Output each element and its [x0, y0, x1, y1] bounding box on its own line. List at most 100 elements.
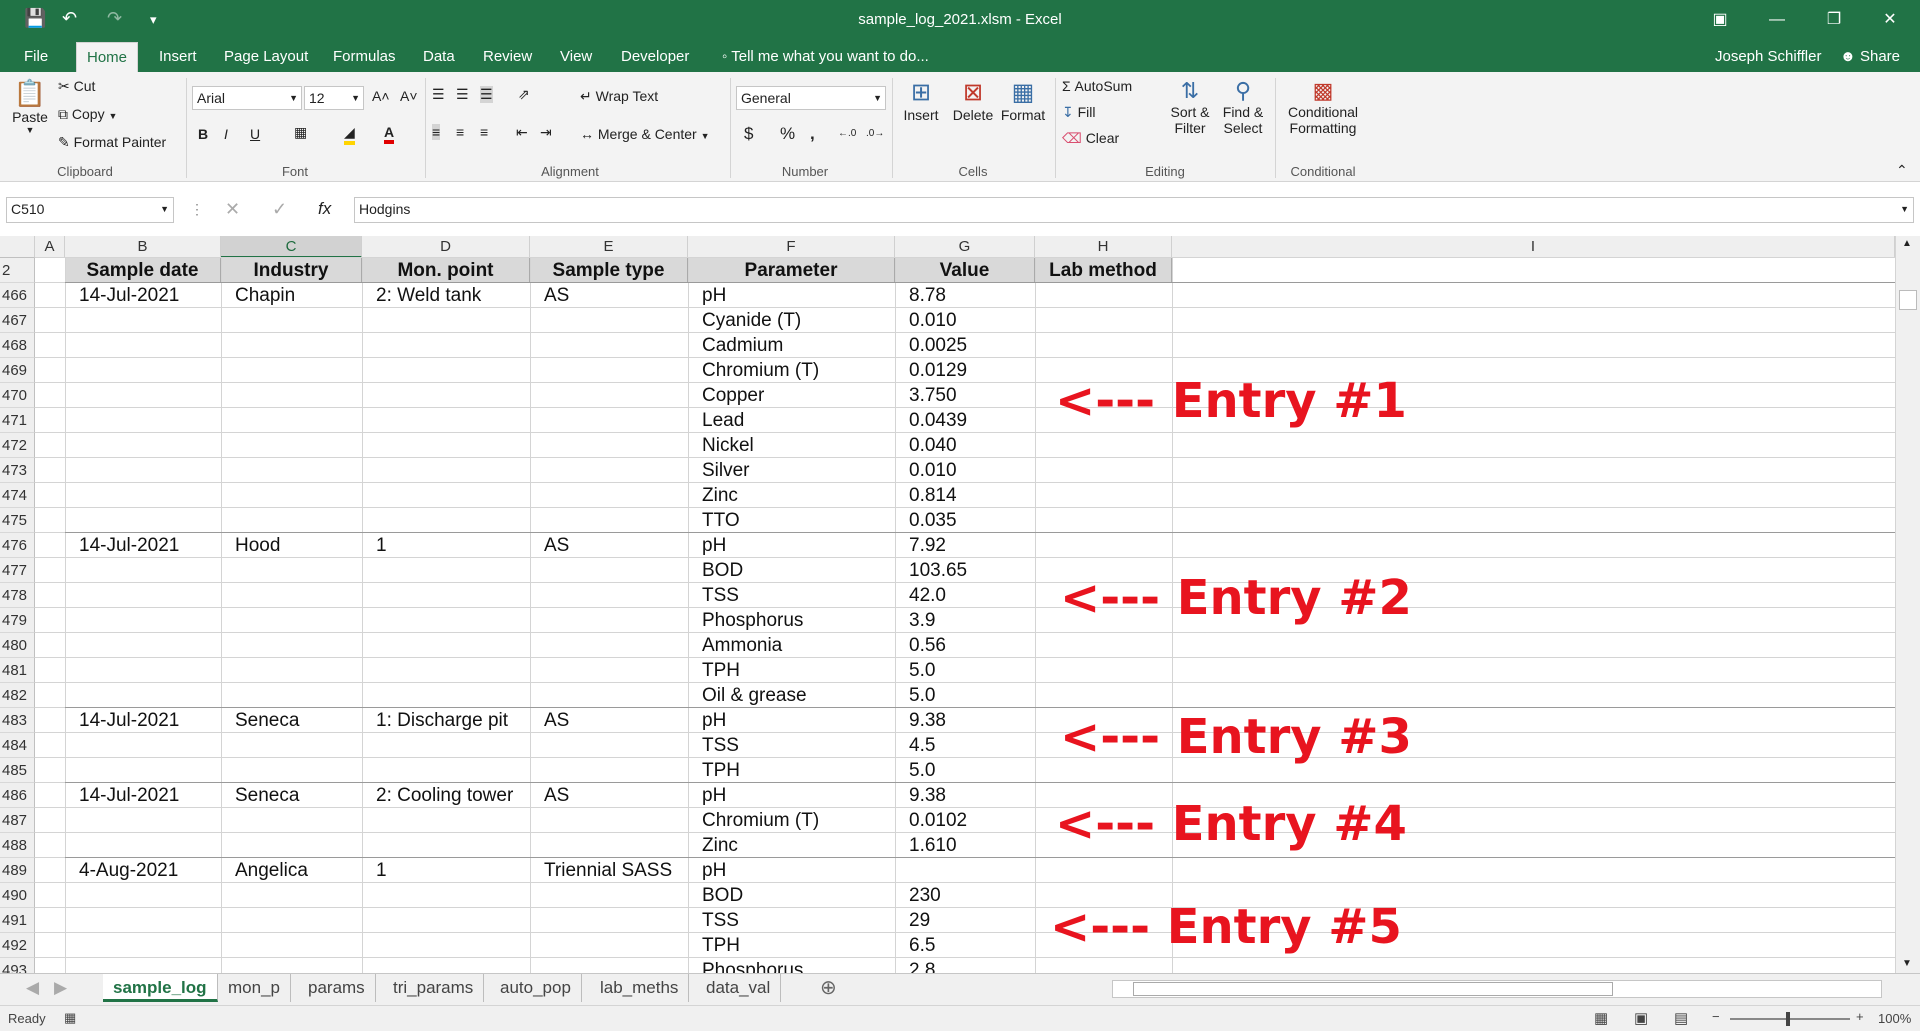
cell-b[interactable] [65, 383, 221, 408]
cell-g[interactable]: 4.5 [895, 733, 1035, 758]
cell-e[interactable] [530, 558, 688, 583]
column-header-a[interactable]: A [35, 236, 65, 258]
font-color-icon[interactable]: A [384, 124, 395, 144]
find-select-button[interactable]: ⚲ Find & Select [1218, 78, 1268, 136]
cell-e[interactable]: AS [530, 708, 688, 733]
cell-g[interactable]: 5.0 [895, 758, 1035, 783]
cell-g[interactable]: 3.750 [895, 383, 1035, 408]
conditional-formatting-button[interactable]: ▩ Conditional Formatting [1282, 78, 1364, 136]
column-header-b[interactable]: B [65, 236, 221, 258]
cell-f[interactable]: TPH [688, 933, 895, 958]
tab-data[interactable]: Data [413, 42, 465, 72]
column-title[interactable]: Lab method [1035, 258, 1172, 283]
cell-g[interactable]: 5.0 [895, 658, 1035, 683]
page-layout-view-icon[interactable]: ▣ [1634, 1009, 1648, 1027]
tab-file[interactable]: File [14, 42, 58, 72]
cell-b[interactable] [65, 433, 221, 458]
cell-e[interactable] [530, 683, 688, 708]
cell-f[interactable]: Chromium (T) [688, 808, 895, 833]
cell-c[interactable] [221, 333, 362, 358]
font-name-select[interactable]: Arial ▼ [192, 86, 302, 110]
row-header[interactable]: 487 [0, 808, 35, 833]
comma-button[interactable]: , [810, 124, 815, 144]
cell-e[interactable] [530, 658, 688, 683]
cell-d[interactable] [362, 483, 530, 508]
cell-c[interactable] [221, 508, 362, 533]
formula-input[interactable]: Hodgins ▼ [354, 197, 1914, 223]
cell-g[interactable]: 7.92 [895, 533, 1035, 558]
collapse-ribbon-icon[interactable]: ⌃ [1896, 162, 1908, 179]
cell-e[interactable] [530, 833, 688, 858]
row-header[interactable]: 468 [0, 333, 35, 358]
cell-g[interactable]: 1.610 [895, 833, 1035, 858]
cell-f[interactable]: Cadmium [688, 333, 895, 358]
sheet-tab-tri-params[interactable]: tri_params [383, 974, 485, 1002]
horizontal-scroll-thumb[interactable] [1133, 982, 1613, 996]
cell-d[interactable] [362, 408, 530, 433]
cell-f[interactable]: pH [688, 783, 895, 808]
cell-f[interactable]: Zinc [688, 833, 895, 858]
cell-d[interactable] [362, 933, 530, 958]
cell-e[interactable] [530, 808, 688, 833]
row-header[interactable]: 490 [0, 883, 35, 908]
cell-f[interactable]: Phosphorus [688, 958, 895, 973]
cell-b[interactable] [65, 658, 221, 683]
cell-f[interactable]: pH [688, 708, 895, 733]
cell-g[interactable]: 8.78 [895, 283, 1035, 308]
cell-f[interactable]: Zinc [688, 483, 895, 508]
cell-d[interactable] [362, 908, 530, 933]
cell-c[interactable] [221, 908, 362, 933]
cell-d[interactable] [362, 383, 530, 408]
sort-filter-button[interactable]: ⇅ Sort & Filter [1168, 78, 1212, 136]
cell-d[interactable] [362, 733, 530, 758]
decrease-decimal-icon[interactable]: .0→ [866, 128, 884, 139]
cell-d[interactable] [362, 683, 530, 708]
cell-c[interactable]: Angelica [221, 858, 362, 883]
vertical-scrollbar[interactable]: ▲ ▼ [1895, 236, 1920, 973]
cell-b[interactable] [65, 333, 221, 358]
increase-indent-icon[interactable]: ⇥ [540, 124, 552, 141]
cell-f[interactable]: TPH [688, 758, 895, 783]
cell-d[interactable] [362, 433, 530, 458]
row-header[interactable]: 477 [0, 558, 35, 583]
row-header[interactable]: 473 [0, 458, 35, 483]
cell-e[interactable] [530, 583, 688, 608]
cell-b[interactable] [65, 358, 221, 383]
cancel-icon[interactable]: ✕ [225, 199, 240, 220]
share-button[interactable]: ☻ Share [1830, 42, 1910, 72]
cell-b[interactable] [65, 958, 221, 973]
sheet-tab-data-val[interactable]: data_val [696, 974, 782, 1002]
row-header[interactable]: 470 [0, 383, 35, 408]
row-header[interactable]: 486 [0, 783, 35, 808]
cell-c[interactable] [221, 483, 362, 508]
cell-e[interactable] [530, 308, 688, 333]
cell-b[interactable] [65, 633, 221, 658]
cell-e[interactable]: AS [530, 283, 688, 308]
row-header[interactable]: 466 [0, 283, 35, 308]
cell-c[interactable] [221, 733, 362, 758]
cell-e[interactable] [530, 408, 688, 433]
decrease-indent-icon[interactable]: ⇤ [516, 124, 528, 141]
minimize-button[interactable]: — [1757, 6, 1797, 34]
row-header[interactable]: 484 [0, 733, 35, 758]
cell-f[interactable]: Cyanide (T) [688, 308, 895, 333]
cell-g[interactable]: 9.38 [895, 708, 1035, 733]
cell-f[interactable]: Silver [688, 458, 895, 483]
cell-g[interactable]: 0.010 [895, 308, 1035, 333]
cell-d[interactable] [362, 808, 530, 833]
scroll-down-icon[interactable]: ▼ [1902, 958, 1912, 969]
name-box[interactable]: C510 ▼ [6, 197, 174, 223]
cell-b[interactable] [65, 733, 221, 758]
cell-b[interactable] [65, 408, 221, 433]
cell-e[interactable] [530, 758, 688, 783]
cell-c[interactable] [221, 408, 362, 433]
sheet-tab-params[interactable]: params [298, 974, 376, 1002]
cell-b[interactable] [65, 608, 221, 633]
cell-e[interactable] [530, 433, 688, 458]
align-bottom-icon[interactable]: ☰ [480, 86, 493, 103]
cell-d[interactable]: 2: Cooling tower [362, 783, 530, 808]
row-header[interactable]: 488 [0, 833, 35, 858]
row-header[interactable]: 489 [0, 858, 35, 883]
align-right-icon[interactable]: ≡ [480, 124, 488, 140]
cell-g[interactable]: 0.814 [895, 483, 1035, 508]
